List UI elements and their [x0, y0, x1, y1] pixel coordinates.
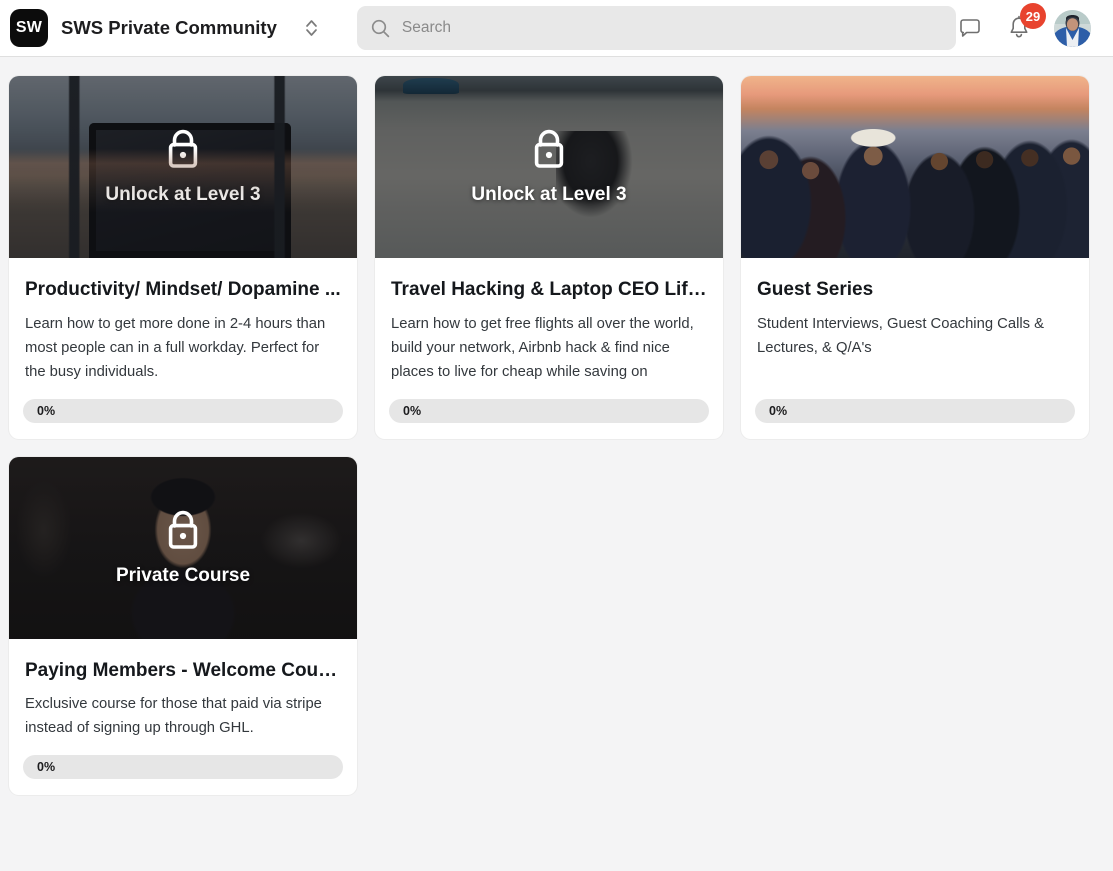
course-progress-label: 0%	[769, 403, 788, 418]
course-progress-bar: 0%	[23, 755, 343, 780]
brand-area: SW SWS Private Community	[10, 9, 325, 47]
course-description: Learn how to get free flights all over t…	[391, 315, 694, 380]
course-description: Learn how to get more done in 2-4 hours …	[25, 315, 326, 380]
search-bar[interactable]	[356, 6, 956, 50]
course-thumbnail[interactable]: Private Course	[9, 456, 357, 639]
course-description: Exclusive course for those that paid via…	[25, 696, 322, 737]
course-footer: 0%	[9, 741, 357, 795]
course-title: Guest Series	[757, 279, 874, 300]
course-body: Paying Members - Welcome Course Exclusiv…	[9, 639, 357, 742]
course-footer: 0%	[741, 385, 1089, 439]
community-logo[interactable]: SW	[10, 9, 48, 47]
course-progress-label: 0%	[403, 403, 422, 418]
course-description: Student Interviews, Guest Coaching Calls…	[757, 315, 1045, 356]
course-cover-image	[9, 76, 357, 258]
course-title: Travel Hacking & Laptop CEO Life...	[391, 279, 707, 300]
course-footer: 0%	[375, 385, 723, 439]
locked-overlay: Private Course	[9, 456, 357, 639]
header-actions: 29	[956, 3, 1091, 47]
course-cover-image	[741, 76, 1089, 258]
search-input[interactable]	[401, 6, 942, 50]
course-body: Guest Series Student Interviews, Guest C…	[741, 258, 1089, 385]
course-thumbnail[interactable]: Unlock at Level 3	[375, 76, 723, 258]
community-title: SWS Private Community	[61, 17, 277, 38]
course-thumbnail[interactable]	[741, 76, 1089, 258]
course-title: Productivity/ Mindset/ Dopamine ...	[25, 279, 341, 300]
course-card[interactable]: Unlock at Level 3 Productivity/ Mindset/…	[8, 75, 358, 440]
course-card[interactable]: Private Course Paying Members - Welcome …	[8, 455, 358, 797]
course-title: Paying Members - Welcome Course	[25, 659, 341, 681]
course-thumbnail[interactable]: Unlock at Level 3	[9, 76, 357, 258]
chevron-up-down-icon[interactable]	[299, 13, 325, 43]
avatar[interactable]	[1054, 9, 1091, 47]
lock-icon	[164, 509, 202, 551]
course-body: Travel Hacking & Laptop CEO Life... Lear…	[375, 258, 723, 385]
top-navigation-bar: SW SWS Private Community Search 29	[0, 0, 1113, 57]
chat-bubble-icon[interactable]	[956, 14, 984, 42]
locked-overlay: Unlock at Level 3	[375, 76, 723, 258]
course-body: Productivity/ Mindset/ Dopamine ... Lear…	[9, 258, 357, 385]
lock-label: Unlock at Level 3	[471, 184, 627, 205]
course-progress-bar: 0%	[23, 398, 343, 423]
bell-icon[interactable]: 29	[1005, 3, 1046, 42]
course-progress-label: 0%	[37, 760, 56, 775]
course-card[interactable]: Guest Series Student Interviews, Guest C…	[740, 75, 1090, 440]
course-progress-bar: 0%	[755, 398, 1075, 423]
lock-icon	[530, 128, 568, 170]
course-progress-label: 0%	[37, 403, 56, 418]
course-progress-bar: 0%	[389, 398, 709, 423]
course-grid: Unlock at Level 3 Productivity/ Mindset/…	[0, 57, 1113, 797]
lock-label: Private Course	[115, 564, 251, 586]
search-icon	[371, 19, 390, 38]
notification-count-badge: 29	[1020, 3, 1046, 29]
course-footer: 0%	[9, 385, 357, 439]
course-card[interactable]: Unlock at Level 3 Travel Hacking & Lapto…	[374, 75, 724, 440]
